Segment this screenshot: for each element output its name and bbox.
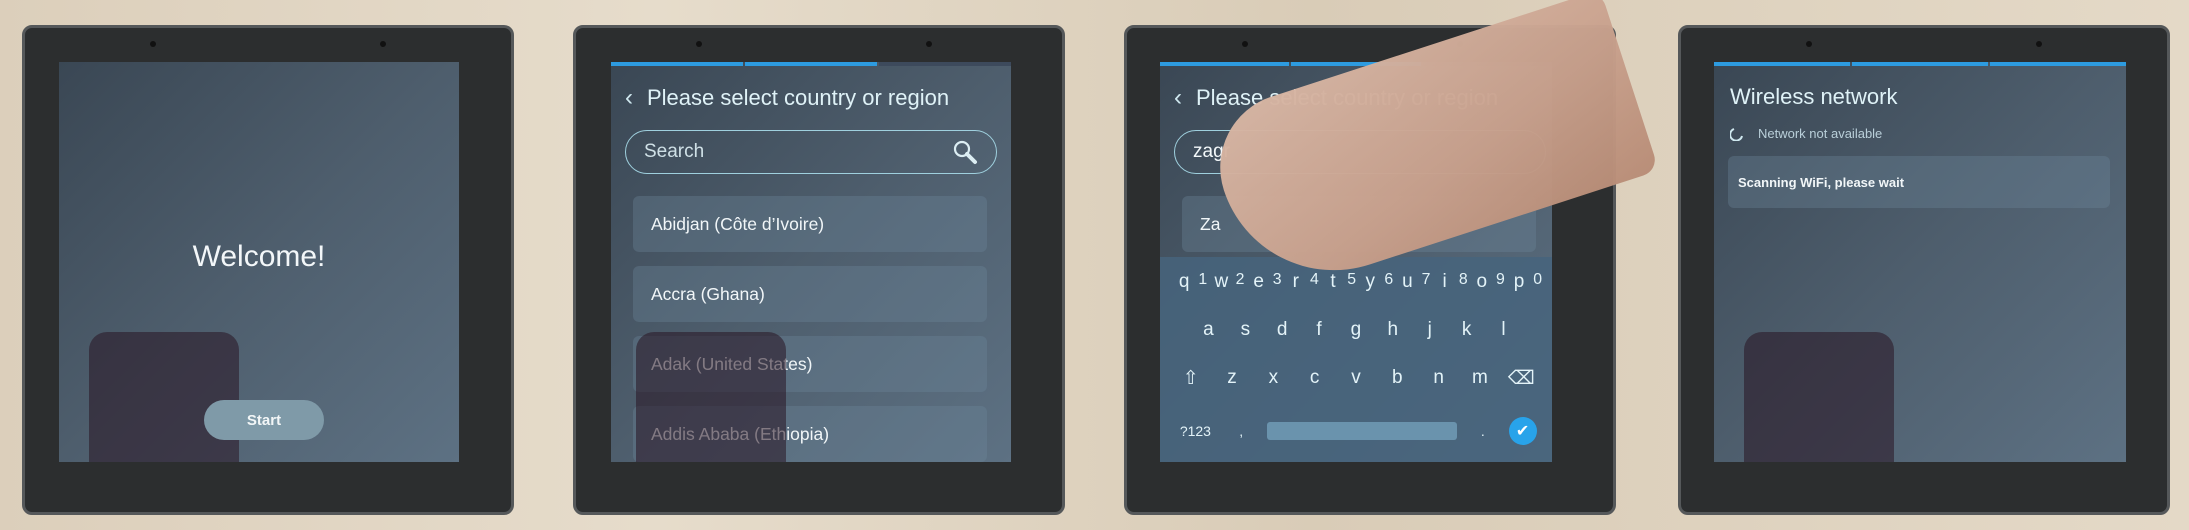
panel-country-search-keyboard: ‹ Please select country or region zagr Z… <box>1090 0 1660 530</box>
key-hint: 5 <box>1347 271 1357 288</box>
progress-step <box>1160 62 1290 66</box>
key-t[interactable]: t <box>1319 271 1347 293</box>
search-placeholder: Search <box>644 141 705 162</box>
back-chevron-icon[interactable]: ‹ <box>1174 84 1182 112</box>
key-y[interactable]: y <box>1356 271 1384 293</box>
camera-dot <box>696 41 702 47</box>
screen: Wireless network Network not available S… <box>1714 62 2126 462</box>
camera-dot <box>2036 41 2042 47</box>
shift-arrow-icon[interactable]: ⇧ <box>1176 367 1206 390</box>
key-f[interactable]: f <box>1304 319 1334 341</box>
symbols-key[interactable]: ?123 <box>1175 423 1215 439</box>
panel-country-select: ‹ Please select country or region Search… <box>540 0 1090 530</box>
welcome-title: Welcome! <box>192 240 326 273</box>
key-hint: 8 <box>1458 271 1468 288</box>
device-frame: ‹ Please select country or region Search… <box>573 25 1065 515</box>
key-g[interactable]: g <box>1341 319 1371 341</box>
status-text: Network not available <box>1758 126 1883 141</box>
key-n[interactable]: n <box>1424 367 1454 390</box>
search-input[interactable]: Search <box>625 130 997 174</box>
key-k[interactable]: k <box>1452 319 1482 341</box>
key-i[interactable]: i <box>1430 271 1458 293</box>
loading-spinner-icon <box>1730 127 1743 141</box>
key-l[interactable]: l <box>1488 319 1518 341</box>
key-x[interactable]: x <box>1258 367 1288 390</box>
search-icon[interactable] <box>952 139 978 165</box>
backspace-icon[interactable]: ⌫ <box>1506 367 1536 390</box>
key-hint: 9 <box>1496 271 1505 288</box>
key-hint: 7 <box>1421 271 1431 288</box>
comma-key[interactable]: , <box>1226 423 1256 439</box>
progress-step <box>1990 62 2126 66</box>
reflection <box>636 332 786 462</box>
key-r[interactable]: r <box>1282 271 1310 293</box>
list-item[interactable]: Abidjan (Côte d’Ivoire) <box>633 196 987 252</box>
reflection <box>1744 332 1894 462</box>
key-w[interactable]: w <box>1207 271 1235 293</box>
key-hint: 1 <box>1198 271 1208 288</box>
page-title: Wireless network <box>1730 84 1898 109</box>
on-screen-keyboard: q1w2e3r4t5y6u7i8o9p0 asdfghjkl ⇧ z x c v b n m ⌫… <box>1160 257 1552 462</box>
key-b[interactable]: b <box>1382 367 1412 390</box>
key-o[interactable]: o <box>1468 271 1496 293</box>
key-c[interactable]: c <box>1300 367 1330 390</box>
progress-step <box>1852 62 1988 66</box>
camera-dot <box>1806 41 1812 47</box>
key-v[interactable]: v <box>1341 367 1371 390</box>
screen: ‹ Please select country or region Search… <box>611 62 1011 462</box>
key-h[interactable]: h <box>1378 319 1408 341</box>
progress-step <box>611 62 743 66</box>
keyboard-row-2: asdfghjkl <box>1160 319 1552 341</box>
device-frame: Wireless network Network not available S… <box>1678 25 2170 515</box>
setup-progress <box>611 62 1011 66</box>
scan-message: Scanning WiFi, please wait <box>1728 156 2110 208</box>
keyboard-row-4: ?123 , . ✔ <box>1160 417 1552 445</box>
key-hint: 6 <box>1384 271 1394 288</box>
space-key[interactable] <box>1266 422 1457 440</box>
camera-dot <box>150 41 156 47</box>
progress-step <box>879 62 1011 66</box>
key-z[interactable]: z <box>1217 367 1247 390</box>
screen: Welcome! Start <box>59 62 459 462</box>
keyboard-row-3: ⇧ z x c v b n m ⌫ <box>1160 367 1552 390</box>
network-status: Network not available <box>1730 126 1882 141</box>
key-s[interactable]: s <box>1230 319 1260 341</box>
key-u[interactable]: u <box>1393 271 1421 293</box>
key-p[interactable]: p <box>1505 271 1533 293</box>
device-frame: Welcome! Start <box>22 25 514 515</box>
progress-step <box>745 62 877 66</box>
key-e[interactable]: e <box>1244 271 1272 293</box>
key-hint: 2 <box>1235 271 1245 288</box>
start-button[interactable]: Start <box>204 400 324 440</box>
header: ‹ Please select country or region <box>625 84 949 112</box>
key-j[interactable]: j <box>1415 319 1445 341</box>
reflection <box>89 332 239 462</box>
period-key[interactable]: . <box>1468 423 1498 439</box>
panel-welcome: Welcome! Start <box>0 0 540 530</box>
key-a[interactable]: a <box>1193 319 1223 341</box>
key-m[interactable]: m <box>1465 367 1495 390</box>
progress-step <box>1714 62 1850 66</box>
camera-dot <box>926 41 932 47</box>
confirm-check-icon[interactable]: ✔ <box>1508 417 1537 445</box>
camera-dot <box>1242 41 1248 47</box>
camera-dot <box>380 41 386 47</box>
key-q[interactable]: q <box>1170 271 1198 293</box>
page-title: Please select country or region <box>647 85 950 110</box>
setup-progress <box>1714 62 2126 66</box>
key-hint: 3 <box>1272 271 1282 288</box>
key-hint: 4 <box>1310 271 1319 288</box>
key-hint: 0 <box>1533 271 1543 288</box>
keyboard-row-1: q1w2e3r4t5y6u7i8o9p0 <box>1160 271 1552 293</box>
panel-wireless: Wireless network Network not available S… <box>1660 0 2189 530</box>
back-chevron-icon[interactable]: ‹ <box>625 84 633 112</box>
key-d[interactable]: d <box>1267 319 1297 341</box>
list-item[interactable]: Accra (Ghana) <box>633 266 987 322</box>
